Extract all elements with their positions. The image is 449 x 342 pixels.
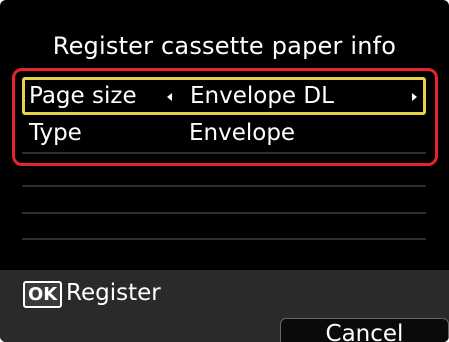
footer-bar: OK Register Cancel — [0, 270, 449, 342]
screen-title: Register cassette paper info — [52, 32, 397, 60]
printer-lcd-screen: Register cassette paper info Page size E… — [0, 0, 449, 342]
setting-value: Envelope DL — [190, 83, 334, 109]
row-divider — [22, 212, 426, 214]
cancel-button[interactable]: Cancel — [280, 318, 449, 342]
ok-key-icon[interactable]: OK — [23, 281, 63, 308]
triangle-right-icon[interactable] — [412, 93, 417, 101]
setting-label: Type — [29, 120, 82, 146]
row-divider — [22, 238, 426, 240]
setting-value: Envelope — [189, 120, 296, 146]
setting-row-type[interactable]: Type Envelope — [22, 116, 426, 154]
setting-label: Page size — [29, 83, 137, 109]
register-label: Register — [66, 280, 161, 306]
row-divider — [22, 185, 426, 187]
setting-row-page-size[interactable]: Page size Envelope DL — [22, 77, 426, 115]
triangle-left-icon[interactable] — [167, 93, 172, 101]
